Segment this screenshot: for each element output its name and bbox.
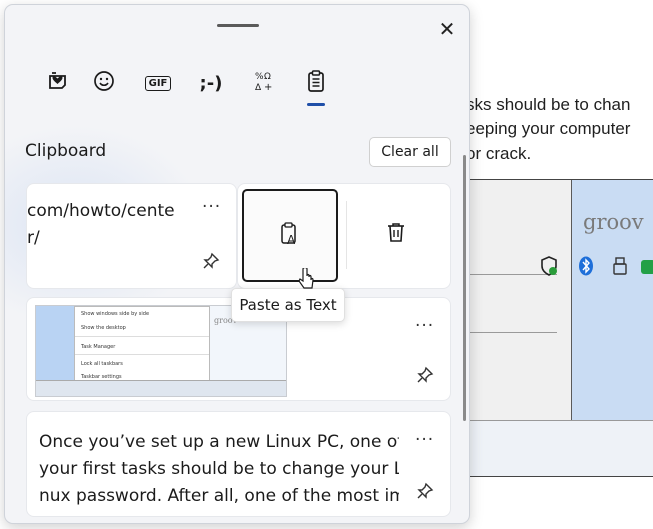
drag-handle[interactable] xyxy=(217,24,259,27)
pin-icon[interactable] xyxy=(202,252,222,272)
trash-icon xyxy=(386,221,406,247)
tab-stickers[interactable] xyxy=(37,63,77,103)
item-text-line: com/howto/cente xyxy=(27,201,175,221)
paste-as-text-button[interactable]: A xyxy=(242,189,338,282)
pin-icon[interactable] xyxy=(416,482,436,502)
svg-text:Δ: Δ xyxy=(255,83,262,92)
thumb-menu-separator xyxy=(75,336,209,337)
selected-tab-indicator xyxy=(307,103,325,106)
more-options-button[interactable]: ··· xyxy=(202,197,221,217)
mouse-cursor-icon xyxy=(298,266,316,294)
tab-emoji[interactable] xyxy=(84,63,124,103)
thumb-menu-item: Task Manager xyxy=(81,344,116,350)
thumb-taskbar xyxy=(36,380,286,396)
thumb-menu-separator xyxy=(75,354,209,355)
section-title: Clipboard xyxy=(25,141,107,161)
bg-shot-divider xyxy=(467,332,557,333)
scrollbar[interactable] xyxy=(463,155,466,421)
tab-kaomoji[interactable]: ;-) xyxy=(191,63,231,103)
thumb-menu-item: Show windows side by side xyxy=(81,311,150,317)
pin-icon[interactable] xyxy=(416,366,436,386)
symbols-icon: % Ω Δ + xyxy=(253,70,275,96)
gif-icon: GIF xyxy=(144,75,172,91)
tab-clipboard[interactable] xyxy=(296,63,336,103)
bg-text-line: sks should be to chan xyxy=(466,95,631,114)
paste-as-text-icon: A xyxy=(279,221,301,251)
svg-text:%: % xyxy=(255,72,264,82)
svg-text:Ω: Ω xyxy=(264,72,271,82)
tab-gif[interactable]: GIF xyxy=(138,63,178,103)
thumb-menu-item: Show the desktop xyxy=(81,325,126,331)
bg-taskbar xyxy=(467,420,653,476)
bg-text-line: eeping your computer xyxy=(466,119,631,138)
bg-site-logo: groov xyxy=(583,210,644,234)
bg-usb-drive-icon xyxy=(612,256,628,281)
smiley-icon xyxy=(93,70,115,96)
clipboard-panel: ✕ GIF ;-) % Ω Δ + Clipboard Clear all co… xyxy=(4,4,470,524)
clipboard-icon xyxy=(305,69,327,97)
svg-text:+: + xyxy=(264,82,272,92)
svg-text:A: A xyxy=(287,233,296,247)
item-text-line: nux password. After all, one of the most… xyxy=(39,486,399,506)
more-options-button[interactable]: ··· xyxy=(415,430,434,450)
close-button[interactable]: ✕ xyxy=(433,15,461,43)
tab-symbols[interactable]: % Ω Δ + xyxy=(244,63,284,103)
bg-shield-icon xyxy=(540,256,558,281)
more-options-button[interactable]: ··· xyxy=(415,316,434,336)
item-text-line: your first tasks should be to change you… xyxy=(39,459,399,479)
bg-text-line: or crack. xyxy=(466,144,532,163)
bg-shot-panel xyxy=(467,180,571,460)
item-text-line: Once you’ve set up a new Linux PC, one o… xyxy=(39,432,399,452)
clipboard-item-text-2[interactable]: Once you’ve set up a new Linux PC, one o… xyxy=(26,411,451,517)
bg-green-app-icon xyxy=(640,256,653,281)
bg-bluetooth-icon xyxy=(578,256,594,281)
thumb-context-menu: Show windows side by side Show the deskt… xyxy=(74,306,210,386)
category-tabs: GIF ;-) % Ω Δ + xyxy=(5,63,469,113)
clear-all-button[interactable]: Clear all xyxy=(369,137,451,167)
kaomoji-icon: ;-) xyxy=(199,72,223,94)
tooltip: Paste as Text xyxy=(231,288,345,322)
bg-screenshot: groov xyxy=(466,179,653,477)
heart-sticker-icon xyxy=(46,70,68,96)
delete-button[interactable] xyxy=(381,219,411,249)
action-divider xyxy=(346,201,347,269)
thumb-menu-item: Lock all taskbars xyxy=(81,361,123,367)
clipboard-item-text-1[interactable]: com/howto/cente r/ ··· xyxy=(26,183,237,289)
item-text-line: r/ xyxy=(27,228,40,248)
